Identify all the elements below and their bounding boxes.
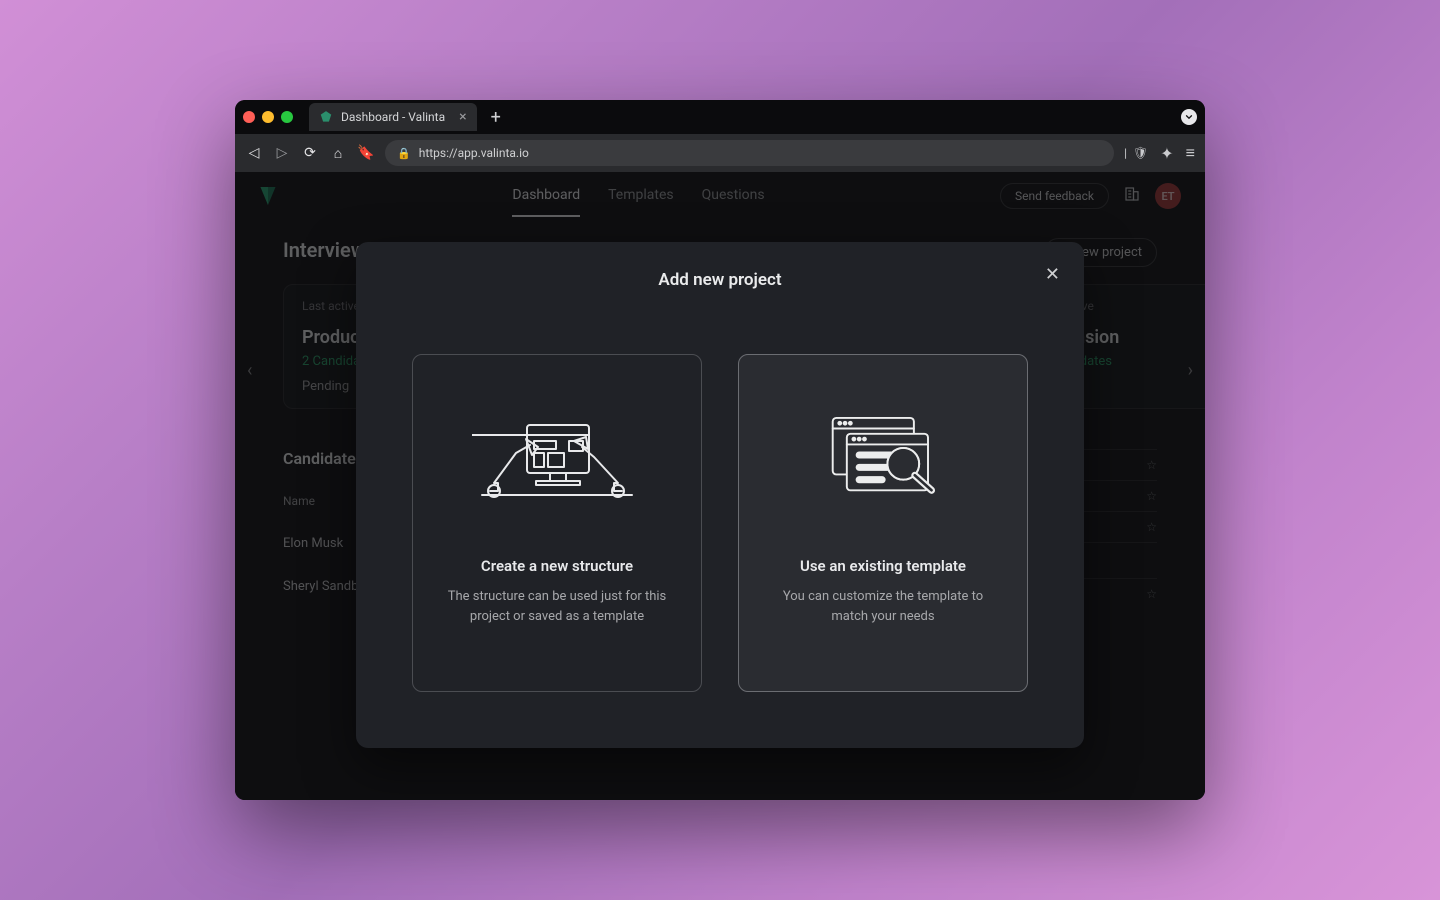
tab-title: Dashboard - Valinta bbox=[341, 110, 445, 124]
nav-forward-icon[interactable]: ▷ bbox=[273, 145, 291, 161]
new-structure-illustration-icon bbox=[472, 395, 642, 515]
extensions-icon[interactable]: ✦ bbox=[1160, 144, 1173, 163]
address-bar[interactable]: 🔒 https://app.valinta.io bbox=[385, 140, 1114, 166]
shield-icon[interactable]: | 🛡 bbox=[1124, 146, 1148, 160]
option-title: Create a new structure bbox=[481, 557, 633, 575]
tabstrip-endcap-icon[interactable] bbox=[1181, 109, 1197, 125]
window-close-icon[interactable] bbox=[243, 111, 255, 123]
option-desc: The structure can be used just for this … bbox=[442, 587, 672, 626]
option-existing-template[interactable]: Use an existing template You can customi… bbox=[738, 354, 1028, 692]
option-desc: You can customize the template to match … bbox=[768, 587, 998, 626]
window-zoom-icon[interactable] bbox=[281, 111, 293, 123]
option-title: Use an existing template bbox=[800, 557, 966, 575]
tab-favicon bbox=[319, 110, 333, 124]
modal-title: Add new project bbox=[388, 270, 1052, 290]
window-minimize-icon[interactable] bbox=[262, 111, 274, 123]
app-viewport: Dashboard Templates Questions Send feedb… bbox=[235, 172, 1205, 800]
new-tab-button[interactable]: + bbox=[487, 107, 505, 128]
modal-overlay[interactable]: Add new project ✕ bbox=[235, 172, 1205, 800]
existing-template-illustration-icon bbox=[798, 395, 968, 515]
tab-close-icon[interactable]: × bbox=[459, 109, 466, 125]
browser-tab[interactable]: Dashboard - Valinta × bbox=[309, 103, 477, 131]
option-new-structure[interactable]: Create a new structure The structure can… bbox=[412, 354, 702, 692]
add-project-modal: Add new project ✕ bbox=[356, 242, 1084, 748]
address-url: https://app.valinta.io bbox=[419, 146, 529, 160]
nav-bookmark-icon[interactable]: 🔖 bbox=[357, 145, 375, 161]
browser-window: Dashboard - Valinta × + ◁ ▷ ⟳ ⌂ 🔖 🔒 http… bbox=[235, 100, 1205, 800]
lock-icon: 🔒 bbox=[397, 147, 411, 160]
browser-toolbar: ◁ ▷ ⟳ ⌂ 🔖 🔒 https://app.valinta.io | 🛡 ✦… bbox=[235, 134, 1205, 172]
nav-reload-icon[interactable]: ⟳ bbox=[301, 145, 319, 161]
browser-menu-icon[interactable]: ≡ bbox=[1186, 143, 1195, 163]
modal-close-icon[interactable]: ✕ bbox=[1045, 264, 1060, 285]
nav-back-icon[interactable]: ◁ bbox=[245, 145, 263, 161]
nav-home-icon[interactable]: ⌂ bbox=[329, 145, 347, 162]
window-controls bbox=[243, 111, 293, 123]
modal-options: Create a new structure The structure can… bbox=[388, 354, 1052, 692]
browser-tabstrip: Dashboard - Valinta × + bbox=[235, 100, 1205, 134]
